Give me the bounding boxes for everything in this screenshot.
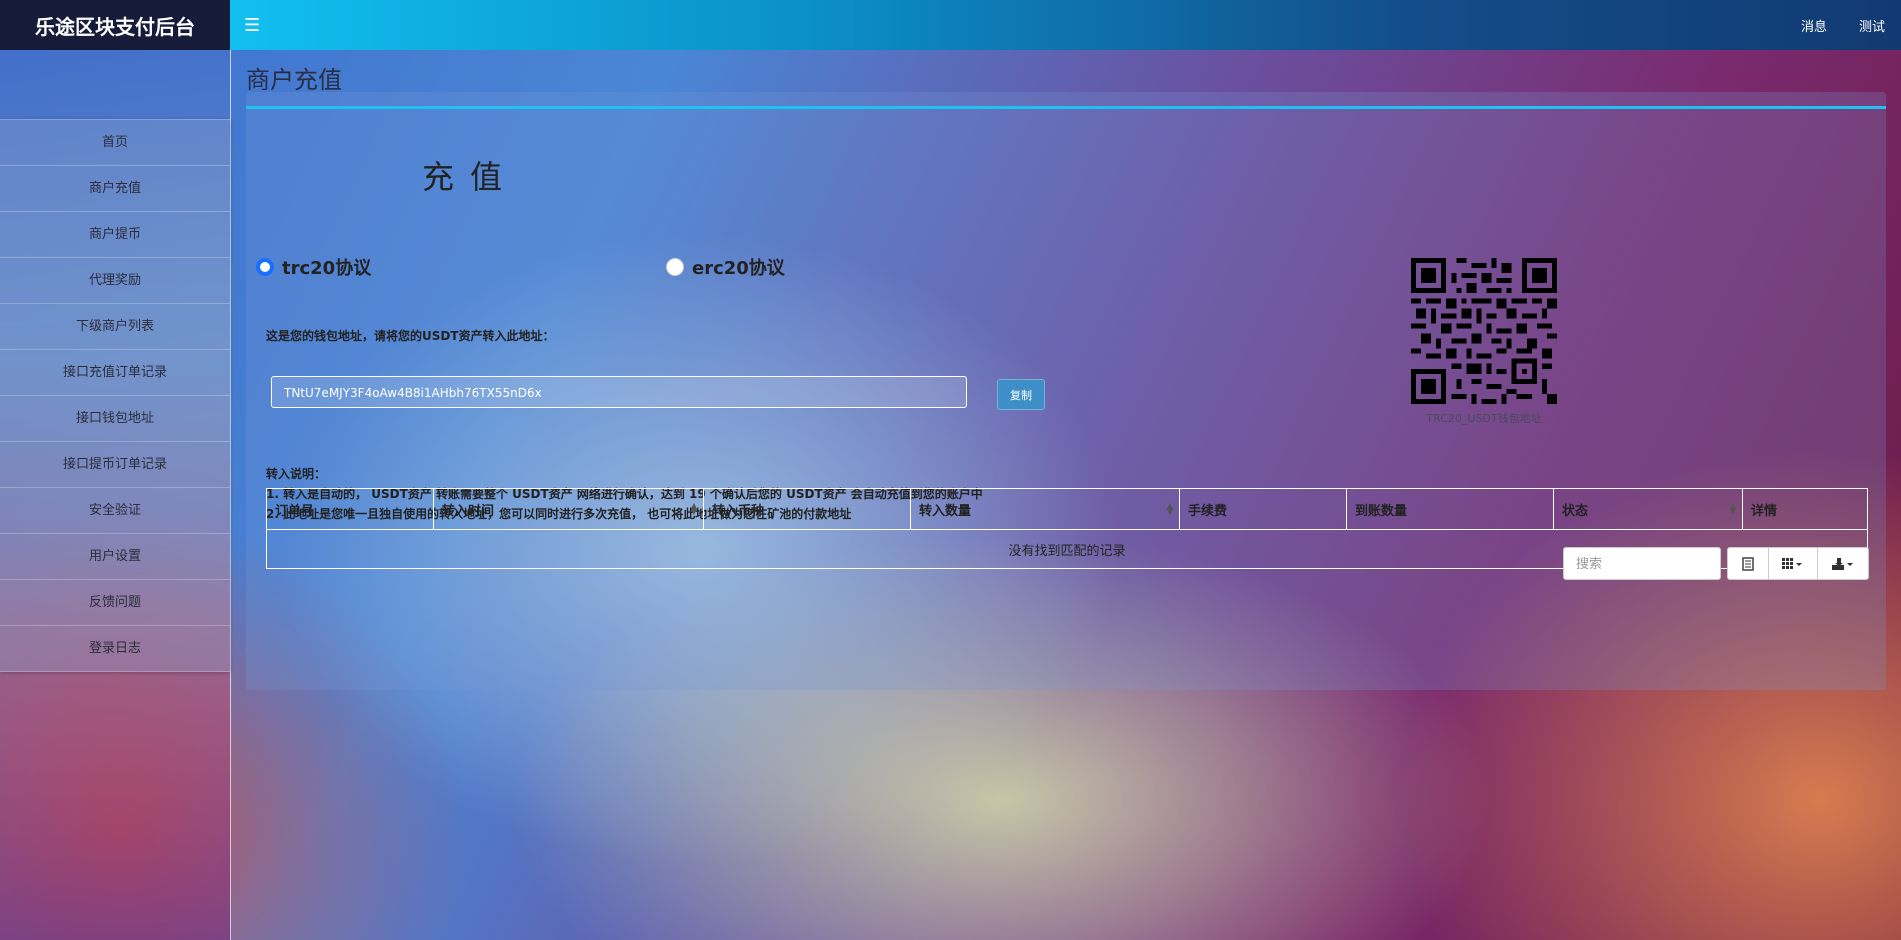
messages-link[interactable]: 消息 bbox=[1801, 16, 1827, 35]
list-view-icon[interactable] bbox=[1728, 548, 1769, 579]
sidebar-item-security[interactable]: 安全验证 bbox=[0, 488, 230, 534]
col-currency[interactable]: 转入币种 bbox=[703, 488, 911, 530]
sidebar-item-agent-rewards[interactable]: 代理奖励 bbox=[0, 258, 230, 304]
table-header-row: 订单号 转入时间 ▲ ▼ 转入币种 转入数量 ▲ ▼ 手续费 到账数量 状态 ▲ ▼ 详情 bbox=[266, 488, 1868, 530]
sidebar-item-merchant-withdraw[interactable]: 商户提币 bbox=[0, 212, 230, 258]
sidebar-menu: 首页 商户充值 商户提币 代理奖励 下级商户列表 接口充值订单记录 接口钱包地址… bbox=[0, 119, 230, 672]
col-order-id[interactable]: 订单号 bbox=[266, 488, 434, 530]
col-fee[interactable]: 手续费 bbox=[1179, 488, 1347, 530]
qr-caption: TRC20_USDT钱包地址 bbox=[1426, 412, 1542, 425]
wallet-address-label: 这是您的钱包地址，请将您的USDT资产转入此地址： bbox=[266, 329, 555, 343]
toolbar-button-group bbox=[1727, 547, 1869, 580]
sidebar-item-login-log[interactable]: 登录日志 bbox=[0, 626, 230, 672]
sort-icon[interactable]: ▲ ▼ bbox=[691, 502, 697, 516]
col-transfer-time[interactable]: 转入时间 ▲ ▼ bbox=[433, 488, 704, 530]
recharge-panel: 充值 trc20协议 erc20协议 这是您的钱包地址，请将您的USDT资产转入… bbox=[246, 92, 1886, 690]
columns-icon[interactable] bbox=[1769, 548, 1818, 579]
wallet-address-input[interactable]: TNtU7eMJY3F4oAw4B8i1AHbh76TX55nD6x bbox=[271, 376, 967, 408]
sidebar-item-feedback[interactable]: 反馈问题 bbox=[0, 580, 230, 626]
table-toolbar: 搜索 bbox=[1563, 547, 1869, 580]
qr-code-block: TRC20_USDT钱包地址 bbox=[1409, 258, 1559, 426]
export-icon[interactable] bbox=[1818, 548, 1868, 579]
sidebar-item-merchant-recharge[interactable]: 商户充值 bbox=[0, 166, 230, 212]
recharge-heading: 充值 bbox=[422, 158, 519, 196]
sidebar-item-home[interactable]: 首页 bbox=[0, 120, 230, 166]
title-divider bbox=[246, 106, 1886, 109]
sidebar-item-sub-merchants[interactable]: 下级商户列表 bbox=[0, 304, 230, 350]
col-details[interactable]: 详情 bbox=[1742, 488, 1868, 530]
sidebar-item-api-wallet-address[interactable]: 接口钱包地址 bbox=[0, 396, 230, 442]
radio-erc20-label: erc20协议 bbox=[692, 258, 785, 279]
radio-checked-icon[interactable] bbox=[256, 258, 274, 276]
col-amount[interactable]: 转入数量 ▲ ▼ bbox=[910, 488, 1180, 530]
top-navbar: ☰ 消息 测试 bbox=[230, 0, 1901, 50]
radio-trc20[interactable]: trc20协议 bbox=[256, 254, 371, 280]
copy-button[interactable]: 复制 bbox=[997, 379, 1045, 410]
user-menu-link[interactable]: 测试 bbox=[1859, 16, 1885, 35]
table-search-input[interactable]: 搜索 bbox=[1563, 547, 1721, 580]
sort-icon[interactable]: ▲ ▼ bbox=[1730, 502, 1736, 516]
menu-toggle-icon[interactable]: ☰ bbox=[244, 15, 260, 36]
page-title: 商户充值 bbox=[246, 66, 342, 94]
sidebar-item-api-withdraw-orders[interactable]: 接口提币订单记录 bbox=[0, 442, 230, 488]
sort-icon[interactable]: ▲ ▼ bbox=[1167, 502, 1173, 516]
radio-trc20-label: trc20协议 bbox=[282, 258, 372, 279]
radio-unchecked-icon[interactable] bbox=[666, 258, 684, 276]
col-status[interactable]: 状态 ▲ ▼ bbox=[1553, 488, 1743, 530]
notes-title: 转入说明： bbox=[266, 467, 327, 481]
radio-erc20[interactable]: erc20协议 bbox=[666, 254, 785, 280]
sidebar: 首页 商户充值 商户提币 代理奖励 下级商户列表 接口充值订单记录 接口钱包地址… bbox=[0, 50, 231, 940]
top-right-links: 消息 测试 bbox=[1769, 16, 1885, 35]
sidebar-item-api-recharge-orders[interactable]: 接口充值订单记录 bbox=[0, 350, 230, 396]
brand-logo: 乐途区块支付后台 bbox=[0, 0, 230, 50]
qr-code-icon bbox=[1411, 258, 1557, 404]
col-received-amount[interactable]: 到账数量 bbox=[1346, 488, 1554, 530]
sidebar-item-user-settings[interactable]: 用户设置 bbox=[0, 534, 230, 580]
